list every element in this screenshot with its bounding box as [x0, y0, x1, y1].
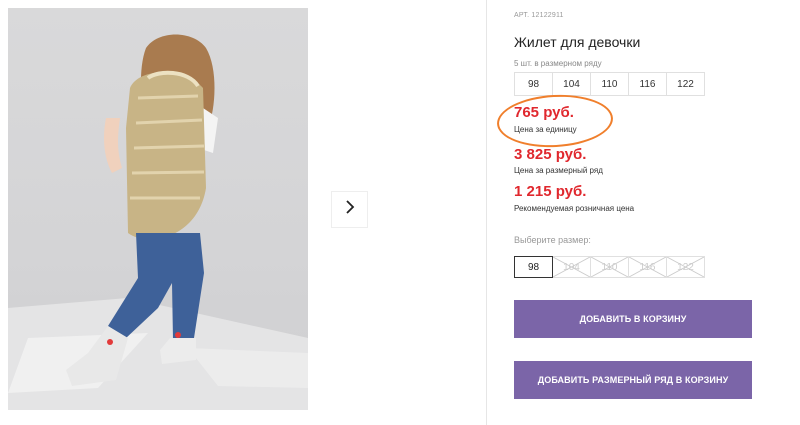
size-range-row: 98 104 110 116 122	[514, 72, 705, 96]
gallery-next-button[interactable]	[331, 191, 368, 228]
size-select-label: Выберите размер:	[514, 235, 591, 245]
product-photo	[8, 8, 308, 410]
size-range-cell: 116	[628, 72, 667, 96]
unit-price: 765 руб.	[514, 104, 574, 121]
highlight-annotation	[495, 92, 615, 150]
size-option-98[interactable]: 98	[514, 256, 553, 278]
size-option-104: 104	[552, 256, 591, 278]
size-option-110: 110	[590, 256, 629, 278]
divider	[486, 0, 487, 425]
row-price: 3 825 руб.	[514, 146, 587, 163]
product-title: Жилет для девочки	[514, 34, 641, 50]
add-size-row-to-cart-button[interactable]: Добавить размерный ряд в корзину	[514, 361, 752, 399]
size-option-122: 122	[666, 256, 705, 278]
size-range-cell: 122	[666, 72, 705, 96]
article-number: АРТ. 12122911	[514, 12, 564, 19]
chevron-right-icon	[344, 199, 356, 220]
size-option-116: 116	[628, 256, 667, 278]
retail-price-label: Рекомендуемая розничная цена	[514, 204, 635, 213]
add-to-cart-button[interactable]: Добавить в корзину	[514, 300, 752, 338]
row-price-label: Цена за размерный ряд	[514, 166, 603, 175]
pack-note: 5 шт. в размерном ряду	[514, 59, 602, 68]
unit-price-label: Цена за единицу	[514, 125, 577, 134]
size-range-cell: 104	[552, 72, 591, 96]
retail-price: 1 215 руб.	[514, 183, 587, 200]
size-range-cell: 98	[514, 72, 553, 96]
size-select-row: 98 104 110 116 122	[514, 256, 705, 278]
size-range-cell: 110	[590, 72, 629, 96]
size-option-label: 98	[527, 261, 540, 273]
